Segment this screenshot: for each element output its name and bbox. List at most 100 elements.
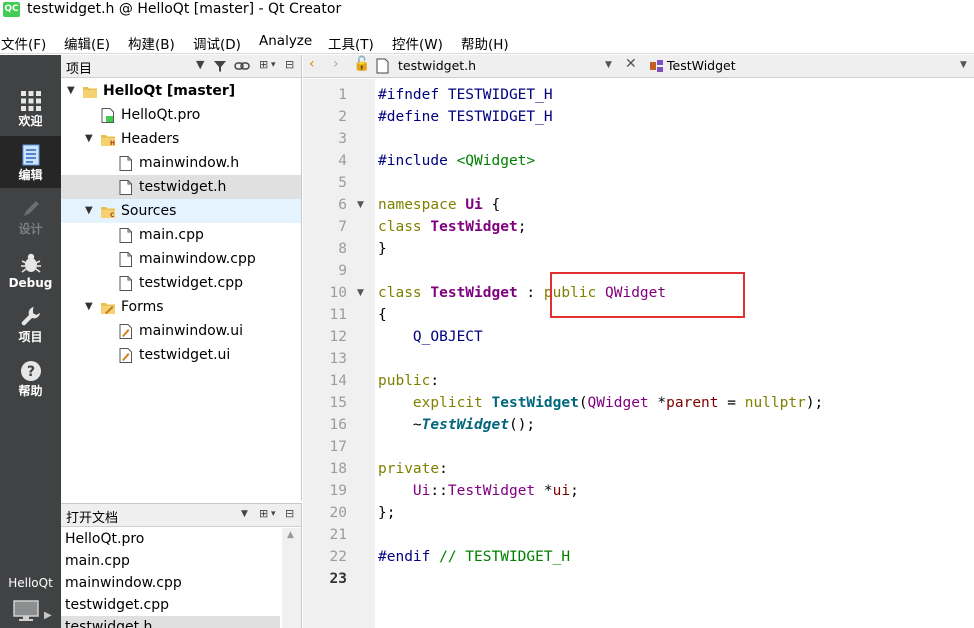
lock-icon[interactable]: 🔓	[353, 56, 370, 72]
file-icon	[119, 276, 132, 291]
current-file-label[interactable]: testwidget.h	[398, 58, 476, 73]
tree-item[interactable]: HelloQt.pro	[61, 103, 301, 127]
docs-scrollbar[interactable]: ▲	[282, 528, 301, 628]
menu-build[interactable]: 构建(B)	[128, 33, 175, 53]
mode-label: Debug	[8, 276, 53, 290]
line-number: 8	[338, 241, 347, 257]
code-line: Ui::TestWidget *ui;	[412, 483, 579, 499]
kit-arrow-icon[interactable]: ▶	[44, 610, 52, 621]
open-document-item[interactable]: mainwindow.cpp	[61, 572, 280, 594]
close-pane-icon[interactable]: ⊟	[285, 58, 294, 71]
monitor-icon[interactable]	[13, 600, 39, 622]
line-number-gutter: 1 2 3 4 5 6 ▼ 7 8 9 10 ▼ 11 12 13 14 15 16 17 18 19 20 21 22 23	[303, 79, 375, 628]
split-arrow-icon[interactable]: ▾	[271, 60, 276, 70]
line-number: 4	[338, 153, 347, 169]
docs-pane-title: 打开文档	[66, 511, 119, 526]
docs-pane-header: 打开文档 ▼ ⊞ ▾ ⊟	[61, 504, 301, 527]
bug-icon	[20, 253, 41, 273]
pencil-icon	[23, 201, 39, 216]
tree-item[interactable]: testwidget.h	[61, 175, 301, 199]
symbol-dropdown-icon[interactable]: ▼	[960, 60, 967, 70]
project-pane-header: 项目 ▼ ⊞ ▾ ⊟	[61, 55, 301, 78]
line-number: 13	[329, 351, 347, 367]
mode-label: 编辑	[18, 168, 43, 182]
forms-folder-icon	[101, 303, 115, 314]
line-number: 19	[329, 483, 347, 499]
scroll-up-icon[interactable]: ▲	[287, 530, 294, 540]
code-line: namespace Ui {	[378, 197, 501, 213]
close-pane-icon[interactable]: ⊟	[285, 507, 294, 520]
help-icon: ?	[20, 361, 41, 381]
menu-help[interactable]: 帮助(H)	[461, 33, 509, 53]
forward-icon[interactable]: ›	[333, 56, 339, 72]
line-number: 3	[338, 131, 347, 147]
mode-help[interactable]: ? 帮助	[0, 352, 61, 404]
mode-selector: 欢迎 编辑 设计 Debug 项目 ? 帮助 HelloQt ▶	[0, 55, 61, 628]
document-icon	[376, 58, 389, 74]
split-icon[interactable]: ⊞	[259, 58, 268, 71]
tree-item[interactable]: ▼ C Sources	[61, 199, 301, 223]
menu-tools[interactable]: 工具(T)	[328, 33, 374, 53]
line-number: 15	[329, 395, 347, 411]
menu-analyze[interactable]: Analyze	[259, 33, 312, 49]
tree-item[interactable]: ▼ H Headers	[61, 127, 301, 151]
expand-arrow-icon[interactable]: ▼	[85, 295, 97, 319]
tree-item-label: Forms	[121, 299, 164, 315]
line-number: 14	[329, 373, 347, 389]
annotation-highlight-box	[550, 272, 745, 318]
line-number: 17	[329, 439, 347, 455]
menu-file[interactable]: 文件(F)	[1, 33, 46, 53]
tree-item-label: Sources	[121, 203, 177, 219]
tree-item[interactable]: ▼ Forms	[61, 295, 301, 319]
tree-item[interactable]: ▼ HelloQt [master]	[61, 79, 301, 103]
tree-item[interactable]: mainwindow.h	[61, 151, 301, 175]
pane-dropdown-icon[interactable]: ▼	[196, 58, 204, 71]
mode-design[interactable]: 设计	[0, 190, 61, 242]
window-title: testwidget.h @ HelloQt [master] - Qt Cre…	[27, 1, 342, 17]
tree-item[interactable]: main.cpp	[61, 223, 301, 247]
open-documents-pane: 打开文档 ▼ ⊞ ▾ ⊟ HelloQt.pro main.cpp mainwind…	[61, 503, 302, 628]
split-icon[interactable]: ⊞	[259, 507, 268, 520]
code-editor[interactable]: #ifndef TESTWIDGET_H #define TESTWIDGET_H…	[375, 79, 974, 628]
filter-icon[interactable]	[213, 60, 227, 73]
menu-bar: 文件(F) 编辑(E) 构建(B) 调试(D) Analyze 工具(T) 控件…	[0, 30, 974, 54]
tree-item[interactable]: testwidget.cpp	[61, 271, 301, 295]
split-arrow-icon[interactable]: ▾	[271, 509, 276, 519]
expand-arrow-icon[interactable]: ▼	[85, 127, 97, 151]
tree-item[interactable]: mainwindow.cpp	[61, 247, 301, 271]
code-line: }	[378, 241, 387, 257]
code-line: #ifndef TESTWIDGET_H	[378, 87, 553, 103]
menu-edit[interactable]: 编辑(E)	[64, 33, 110, 53]
open-document-item[interactable]: testwidget.h	[61, 616, 280, 628]
open-document-item[interactable]: testwidget.cpp	[61, 594, 280, 616]
tree-item[interactable]: testwidget.ui	[61, 343, 301, 367]
code-line: #endif // TESTWIDGET_H	[378, 549, 571, 565]
open-document-item[interactable]: main.cpp	[61, 550, 280, 572]
menu-widgets[interactable]: 控件(W)	[392, 33, 443, 53]
mode-projects[interactable]: 项目	[0, 298, 61, 350]
line-number: 20	[329, 505, 347, 521]
fold-marker-icon[interactable]: ▼	[357, 282, 364, 304]
menu-debug[interactable]: 调试(D)	[193, 33, 241, 53]
code-line: public:	[378, 373, 440, 389]
symbol-selector-label[interactable]: TestWidget	[667, 58, 736, 73]
file-dropdown-icon[interactable]: ▼	[605, 60, 612, 70]
expand-arrow-icon[interactable]: ▼	[67, 79, 79, 103]
mode-debug[interactable]: Debug	[0, 244, 61, 296]
link-icon[interactable]	[234, 61, 250, 71]
mode-label: 项目	[18, 330, 43, 344]
fold-marker-icon[interactable]: ▼	[357, 194, 364, 216]
back-icon[interactable]: ‹	[309, 56, 315, 72]
line-number: 7	[338, 219, 347, 235]
expand-arrow-icon[interactable]: ▼	[85, 199, 97, 223]
project-pane-title: 项目	[66, 62, 93, 77]
kit-selector-label[interactable]: HelloQt	[0, 576, 61, 590]
svg-text:H: H	[110, 140, 115, 147]
open-document-item[interactable]: HelloQt.pro	[61, 528, 280, 550]
docs-dropdown-icon[interactable]: ▼	[241, 509, 248, 519]
mode-edit[interactable]: 编辑	[0, 136, 61, 188]
mode-welcome[interactable]: 欢迎	[0, 82, 61, 134]
close-file-icon[interactable]: ✕	[625, 56, 637, 72]
line-number: 22	[329, 549, 347, 565]
tree-item[interactable]: mainwindow.ui	[61, 319, 301, 343]
